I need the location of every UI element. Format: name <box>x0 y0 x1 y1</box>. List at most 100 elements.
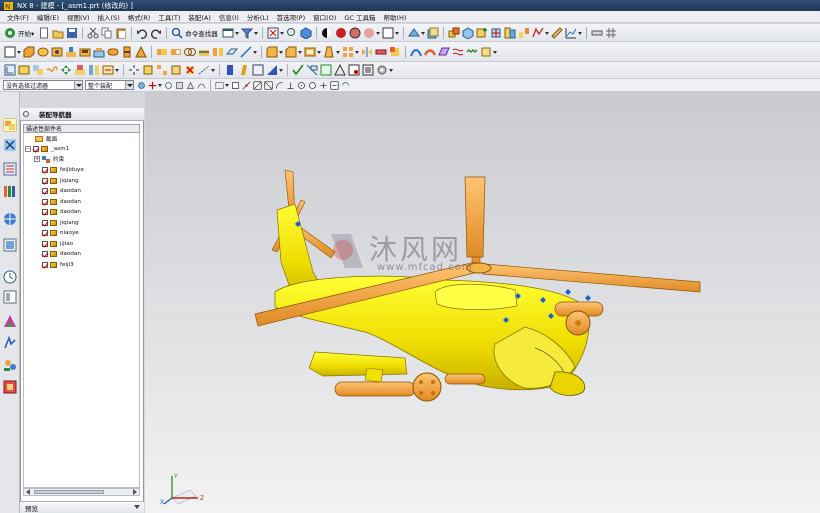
rib-icon[interactable] <box>135 45 147 58</box>
graphics-viewport[interactable]: 沐风网 www.mfcad.com Y Z X <box>145 92 820 513</box>
list-item[interactable]: daodan <box>42 197 81 207</box>
snap-dropdown[interactable] <box>158 79 163 91</box>
wireframe-icon[interactable] <box>363 27 375 39</box>
list-item[interactable]: daodan <box>42 207 81 217</box>
offset-face-icon[interactable] <box>389 46 401 58</box>
process-studio-tab-icon[interactable] <box>3 336 17 350</box>
invert-display-icon[interactable] <box>266 64 278 76</box>
new-file-icon[interactable] <box>38 27 50 39</box>
list-item[interactable]: jijiao <box>42 239 73 249</box>
save-icon[interactable] <box>66 27 78 39</box>
helicopter-model[interactable] <box>145 92 820 513</box>
fit-view-icon[interactable] <box>267 27 279 39</box>
surface-dropdown[interactable] <box>493 46 498 58</box>
add-component-icon[interactable] <box>476 27 488 39</box>
menu-edit[interactable]: 编辑(E) <box>33 12 63 22</box>
tracelines-icon[interactable] <box>198 64 210 76</box>
list-item[interactable]: feiji3 <box>42 260 74 270</box>
rectangle-select-icon[interactable] <box>215 81 224 90</box>
visibility-checkbox[interactable] <box>42 219 48 226</box>
chamfer-icon[interactable] <box>285 46 297 58</box>
collapse-icon[interactable]: − <box>25 146 31 152</box>
preview-section[interactable]: 预览 <box>20 501 144 513</box>
visibility-checkbox[interactable] <box>42 209 48 215</box>
list-item[interactable]: feijiduye <box>42 165 84 175</box>
visibility-checkbox[interactable] <box>42 177 48 184</box>
properties-icon[interactable] <box>362 64 374 76</box>
visibility-checkbox[interactable] <box>42 261 48 268</box>
pocket-icon[interactable] <box>79 46 91 58</box>
sew-icon[interactable] <box>466 46 478 58</box>
start-icon[interactable] <box>4 27 16 39</box>
pad-icon[interactable] <box>93 46 105 58</box>
subtract-icon[interactable] <box>170 46 182 58</box>
scrollbar-thumb[interactable] <box>34 490 104 494</box>
sketch-dropdown[interactable] <box>17 46 22 58</box>
scope-dropdown[interactable]: 整个装配 <box>85 80 134 90</box>
expand-icon[interactable]: + <box>34 156 40 162</box>
menu-file[interactable]: 文件(F) <box>3 12 33 22</box>
boss-icon[interactable] <box>65 46 77 58</box>
through-curves-icon[interactable] <box>452 46 464 58</box>
intersect-icon[interactable] <box>184 46 196 58</box>
visibility-checkbox[interactable] <box>42 240 48 247</box>
weight-icon[interactable] <box>306 64 318 76</box>
scroll-right-icon[interactable] <box>131 489 139 495</box>
center-snap-icon[interactable] <box>297 81 306 90</box>
move-component-icon[interactable] <box>490 27 502 39</box>
motion-icon[interactable] <box>348 64 360 76</box>
show-hide-icon[interactable] <box>224 64 236 76</box>
explode-edit-icon[interactable] <box>142 64 154 76</box>
mirror-icon[interactable] <box>361 46 373 58</box>
select-settings-icon[interactable] <box>137 81 146 90</box>
draft-icon[interactable] <box>323 46 335 58</box>
redo-icon[interactable] <box>150 27 162 39</box>
select-feature-icon[interactable] <box>164 81 173 90</box>
pattern-dropdown[interactable] <box>355 46 360 58</box>
measure-icon[interactable] <box>551 26 563 39</box>
pattern-icon[interactable] <box>342 46 354 58</box>
list-item[interactable]: daodan <box>42 186 81 196</box>
menu-format[interactable]: 格式(R) <box>124 12 155 22</box>
align-icon[interactable] <box>88 64 100 76</box>
revolve-icon[interactable] <box>37 46 49 58</box>
replace-component-icon[interactable] <box>32 64 44 76</box>
show-only-icon[interactable] <box>238 64 250 76</box>
select-body-icon[interactable] <box>186 81 195 90</box>
list-item[interactable]: jiqiang <box>42 176 79 186</box>
shaded-icon[interactable] <box>335 27 347 39</box>
explode-icon[interactable] <box>518 27 530 39</box>
copy-icon[interactable] <box>101 27 113 39</box>
patch-icon[interactable] <box>480 46 492 58</box>
visibility-checkbox[interactable] <box>42 230 48 236</box>
hide-icon[interactable] <box>252 64 264 76</box>
edge-blend-icon[interactable] <box>266 46 278 58</box>
tree-node-root-assembly[interactable]: − _asm1 <box>25 144 69 154</box>
tube-icon[interactable] <box>424 46 436 58</box>
rectangle-dropdown[interactable] <box>225 79 230 91</box>
menu-tools[interactable]: 工具(T) <box>154 12 184 22</box>
section-view-icon[interactable] <box>407 27 420 39</box>
trim-body-icon[interactable] <box>198 46 210 58</box>
window-dropdown[interactable] <box>234 27 240 39</box>
render-style-icon[interactable] <box>321 27 333 39</box>
unexplode-icon[interactable] <box>170 64 182 76</box>
tangent-snap-icon[interactable] <box>275 81 284 90</box>
perpendicular-snap-icon[interactable] <box>286 81 295 90</box>
unite-icon[interactable] <box>156 46 168 58</box>
column-header-description[interactable]: 描述性部件名 <box>23 124 140 133</box>
open-file-icon[interactable] <box>52 27 64 39</box>
paste-icon[interactable] <box>115 27 127 39</box>
control-point-snap-icon[interactable] <box>253 80 262 90</box>
sketch-icon[interactable] <box>4 46 16 58</box>
chamfer-dropdown[interactable] <box>298 46 303 58</box>
wave-link-icon[interactable] <box>46 64 58 76</box>
mate-icon[interactable] <box>74 64 86 76</box>
menu-window[interactable]: 窗口(O) <box>309 12 340 22</box>
background-icon[interactable] <box>382 27 394 39</box>
sequence-view-icon[interactable] <box>320 64 332 76</box>
list-item[interactable]: daodan <box>42 249 81 259</box>
datum-plane-icon[interactable] <box>226 46 238 58</box>
reuse-library-tab-icon[interactable] <box>3 184 17 198</box>
grid-icon[interactable] <box>605 27 617 39</box>
